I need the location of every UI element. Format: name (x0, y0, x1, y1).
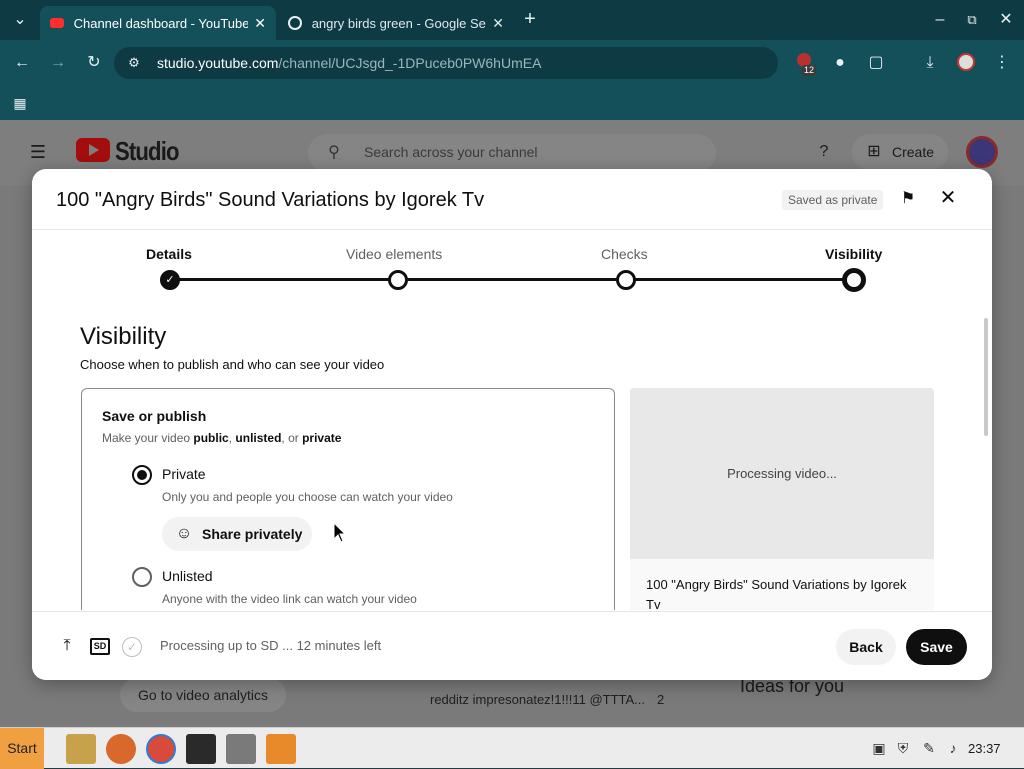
studio-search-input[interactable]: ⚲ Search across your channel (308, 134, 716, 172)
start-button[interactable]: Start (0, 728, 44, 769)
forward-arrow-icon[interactable]: → (48, 53, 68, 73)
puzzle-extensions-icon[interactable]: ▢ (866, 53, 886, 73)
comment-snippet[interactable]: redditz impresonatez!1!!!11 @TTTA... (430, 692, 645, 707)
person-add-icon: ☺ (175, 525, 193, 542)
save-button[interactable]: Save (906, 629, 967, 665)
os-taskbar: Start ▣ ⛨ ✎ ♪ 23:37 (0, 727, 1024, 769)
sd-quality-icon: SD (90, 638, 110, 655)
restore-icon[interactable]: ⧉ (962, 10, 982, 30)
unlisted-description: Anyone with the video link can watch you… (162, 592, 417, 606)
upload-dialog: 100 "Angry Birds" Sound Variations by Ig… (32, 169, 992, 680)
unlisted-label[interactable]: Unlisted (162, 568, 213, 584)
step-video-elements[interactable]: Video elements (346, 246, 442, 262)
address-bar[interactable]: ⚙ studio.youtube.com/channel/UCJsgd_-1DP… (114, 47, 778, 79)
bookmarks-bar: ▦ (0, 86, 1024, 120)
clipboard-icon[interactable]: ▣ (870, 739, 888, 757)
firefox-icon[interactable] (106, 734, 136, 764)
video-plus-icon: ⊞ (867, 143, 881, 160)
box-title: Save or publish (102, 408, 207, 424)
app-icon[interactable] (266, 734, 296, 764)
visibility-heading: Visibility (80, 323, 167, 350)
private-label[interactable]: Private (162, 466, 206, 482)
cookie-extension-icon[interactable]: ● (830, 53, 850, 73)
google-favicon-icon (288, 16, 302, 30)
shield-icon[interactable]: ⛨ (894, 739, 912, 757)
create-button[interactable]: ⊞ Create (852, 134, 948, 170)
download-icon[interactable]: ⤓ (920, 53, 940, 73)
dialog-footer: ⤒ SD ✓ Processing up to SD ... 12 minute… (32, 611, 992, 680)
search-icon: ⚲ (328, 144, 340, 161)
step-dot[interactable] (616, 270, 636, 290)
save-or-publish-box: Save or publish Make your video public, … (81, 388, 615, 610)
pen-icon[interactable]: ✎ (920, 739, 938, 757)
close-icon[interactable]: ✕ (492, 15, 504, 32)
chrome-icon[interactable] (146, 734, 176, 764)
private-description: Only you and people you choose can watch… (162, 490, 453, 504)
mouse-cursor-icon (333, 522, 347, 543)
step-dot-current[interactable] (842, 268, 866, 292)
preview-thumbnail: Processing video... (630, 388, 934, 559)
extension-badge: 12 (802, 65, 817, 76)
video-preview: Processing video... 100 "Angry Birds" So… (630, 388, 934, 610)
share-privately-button[interactable]: ☺ Share privately (162, 517, 312, 551)
hamburger-menu-icon[interactable]: ☰ (28, 142, 48, 162)
stepper-line (170, 278, 854, 281)
processing-status: Processing up to SD ... 12 minutes left (160, 638, 382, 653)
tab-list-chevron-icon[interactable]: ⌄ (10, 10, 30, 30)
studio-logo-text: Studio (115, 136, 179, 166)
visibility-subheading: Choose when to publish and who can see y… (80, 357, 385, 372)
scrollbar-thumb[interactable] (984, 318, 988, 436)
step-dot[interactable] (388, 270, 408, 290)
step-checks[interactable]: Checks (601, 246, 648, 262)
url-text[interactable]: studio.youtube.com/channel/UCJsgd_-1DPuc… (157, 55, 541, 71)
unlisted-radio[interactable] (132, 567, 152, 587)
close-icon[interactable]: ✕ (254, 15, 266, 32)
apps-grid-icon[interactable]: ▦ (10, 93, 30, 113)
processing-text: Processing video... (727, 466, 837, 481)
search-placeholder: Search across your channel (364, 144, 538, 160)
mixer-icon[interactable] (226, 734, 256, 764)
step-visibility[interactable]: Visibility (825, 246, 882, 262)
tab-channel-dashboard[interactable]: Channel dashboard - YouTube ✕ (40, 6, 276, 40)
site-info-icon[interactable]: ⚙ (124, 53, 144, 73)
profile-avatar-icon[interactable] (956, 53, 976, 73)
create-label: Create (892, 144, 935, 160)
terminal-icon[interactable] (186, 734, 216, 764)
avatar[interactable] (966, 136, 998, 168)
step-details[interactable]: Details (146, 246, 192, 262)
share-privately-label: Share privately (202, 526, 303, 542)
minimize-icon[interactable]: – (930, 10, 950, 30)
saved-status-badge: Saved as private (782, 190, 884, 210)
window-close-icon[interactable]: ✕ (996, 10, 1016, 30)
back-button[interactable]: Back (836, 629, 896, 665)
go-to-analytics-button[interactable]: Go to video analytics (120, 678, 286, 712)
youtube-logo-icon[interactable] (76, 138, 110, 162)
tab-google-search[interactable]: angry birds green - Google Search ✕ (278, 6, 514, 40)
dialog-content: Visibility Choose when to publish and wh… (32, 314, 992, 610)
youtube-favicon-icon (50, 18, 64, 28)
back-arrow-icon[interactable]: ← (12, 53, 32, 73)
report-issue-icon[interactable]: ⚑ (898, 189, 918, 209)
extension-icon[interactable]: 12 (794, 53, 817, 76)
private-radio[interactable] (132, 465, 152, 485)
close-dialog-icon[interactable]: ✕ (938, 188, 958, 208)
reload-icon[interactable]: ↻ (84, 53, 104, 73)
tab-title: angry birds green - Google Search (311, 15, 487, 31)
volume-icon[interactable]: ♪ (944, 739, 962, 757)
help-icon[interactable]: ? (814, 142, 834, 162)
dialog-title: 100 "Angry Birds" Sound Variations by Ig… (56, 189, 485, 211)
step-done-check-icon[interactable]: ✓ (160, 270, 180, 290)
checks-status-icon: ✓ (122, 637, 142, 657)
browser-tab-bar: ⌄ Channel dashboard - YouTube ✕ angry bi… (0, 0, 1024, 40)
upload-icon[interactable]: ⤒ (57, 636, 77, 656)
box-subtitle: Make your video public, unlisted, or pri… (102, 431, 342, 445)
new-tab-button[interactable]: + (520, 9, 540, 29)
tab-title: Channel dashboard - YouTube (73, 15, 249, 31)
header-divider (32, 229, 992, 230)
clock: 23:37 (968, 741, 1001, 756)
preview-video-title: 100 "Angry Birds" Sound Variations by Ig… (646, 577, 907, 610)
menu-kebab-icon[interactable]: ⋮ (992, 53, 1012, 73)
file-manager-icon[interactable] (66, 734, 96, 764)
comment-count: 2 (657, 692, 665, 707)
